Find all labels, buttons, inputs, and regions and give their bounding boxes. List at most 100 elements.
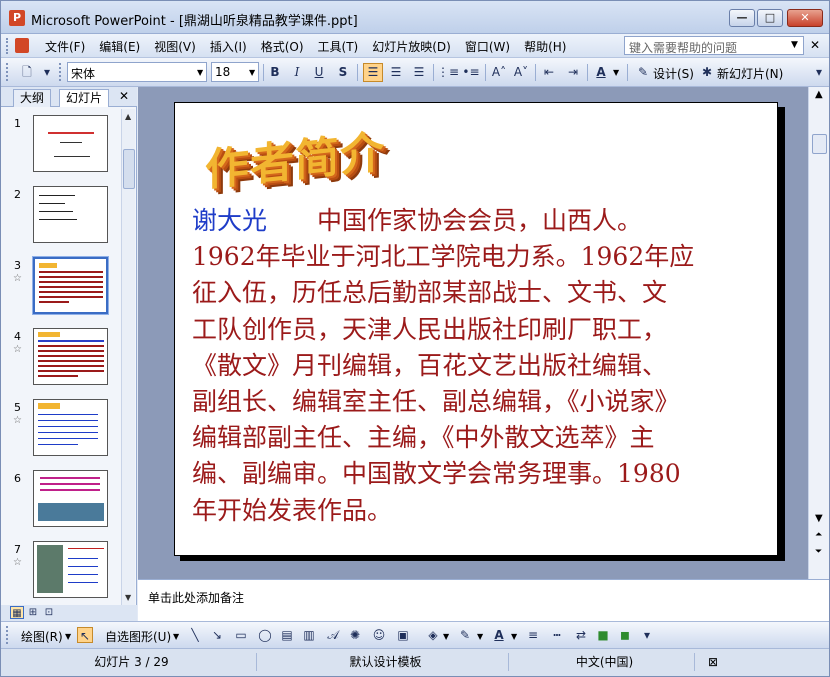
clipart-icon[interactable]: ☺ <box>371 627 387 643</box>
font-name-select[interactable]: 宋体 <box>67 62 207 82</box>
wordart-title[interactable]: 作者简介 <box>205 116 385 199</box>
slide-thumbnail-selected[interactable]: 3 ☆ <box>1 251 121 317</box>
menu-view[interactable]: 视图(V) <box>154 38 196 55</box>
spelling-status-icon[interactable]: ⊠ <box>699 653 727 671</box>
chevron-down-icon[interactable]: ▼ <box>173 632 179 641</box>
slide-sorter-view-icon[interactable]: ⊞ <box>26 606 40 619</box>
arrow-icon[interactable]: ↘ <box>209 627 225 643</box>
slide-thumbnail-image[interactable] <box>33 328 108 385</box>
autoshapes-button[interactable]: 自选图形(U) <box>105 628 171 645</box>
underline-button[interactable]: U <box>309 63 329 82</box>
slide-thumbnail[interactable]: 6 <box>1 464 121 530</box>
line-icon[interactable]: ╲ <box>187 627 203 643</box>
slide-thumbnail[interactable]: 5 ☆ <box>1 393 121 459</box>
design-button[interactable]: 设计(S) <box>653 65 694 82</box>
document-icon[interactable] <box>15 38 29 53</box>
slide-thumbnail-image[interactable] <box>33 186 108 243</box>
3d-style-icon[interactable]: ◼ <box>617 627 633 643</box>
rectangle-icon[interactable]: ▭ <box>233 627 249 643</box>
new-slide-button[interactable]: 新幻灯片(N) <box>717 65 783 82</box>
diagram-icon[interactable]: ✺ <box>347 627 363 643</box>
chevron-down-icon[interactable]: ▼ <box>197 68 203 77</box>
menu-slideshow[interactable]: 幻灯片放映(D) <box>372 38 451 55</box>
maximize-button[interactable]: □ <box>757 9 783 27</box>
numbering-icon[interactable]: ⋮≡ <box>437 63 459 82</box>
chevron-down-icon[interactable]: ▼ <box>791 40 798 50</box>
help-search-input[interactable]: 键入需要帮助的问题 <box>624 36 804 55</box>
close-button[interactable]: ✕ <box>787 9 823 27</box>
italic-button[interactable]: I <box>287 63 307 82</box>
notes-pane[interactable]: 单击此处添加备注 <box>138 579 829 621</box>
toolbar-options-icon[interactable]: ▾ <box>813 63 825 82</box>
bold-button[interactable]: B <box>265 63 285 82</box>
align-right-icon[interactable]: ☰ <box>409 63 429 82</box>
document-close-icon[interactable]: ✕ <box>810 38 820 52</box>
slide-body-text[interactable]: 谢大光 中国作家协会会员，山西人。 1962年毕业于河北工学院电力系。1962年… <box>192 203 777 529</box>
wordart-icon[interactable]: 𝒜 <box>325 627 341 643</box>
slide-scrollbar[interactable]: ▲ ▼ ⏶ ⏷ <box>808 87 829 579</box>
slide-thumbnail-image[interactable] <box>33 399 108 456</box>
slide-thumbnail-image[interactable] <box>33 541 108 598</box>
shadow-style-icon[interactable]: ■ <box>595 627 611 643</box>
grip-handle[interactable] <box>6 63 9 81</box>
close-pane-icon[interactable]: ✕ <box>119 89 129 103</box>
scroll-down-icon[interactable]: ▼ <box>815 513 823 524</box>
grip-handle[interactable] <box>6 626 9 644</box>
scrollbar-thumb[interactable] <box>123 149 135 189</box>
slide-thumbnail[interactable]: 1 <box>1 109 121 175</box>
design-icon[interactable]: ✎ <box>633 63 653 82</box>
new-document-icon[interactable]: 🗋 <box>17 63 37 82</box>
draw-menu-button[interactable]: 绘图(R) <box>21 628 63 645</box>
thumbnail-scrollbar[interactable]: ▲ ▼ <box>121 109 135 605</box>
scrollbar-thumb[interactable] <box>812 134 827 154</box>
scroll-up-icon[interactable]: ▲ <box>815 89 823 100</box>
increase-font-icon[interactable]: A˄ <box>489 63 509 82</box>
chevron-down-icon[interactable]: ▼ <box>65 632 71 641</box>
decrease-font-icon[interactable]: A˅ <box>511 63 531 82</box>
align-left-icon[interactable]: ☰ <box>363 63 383 82</box>
menu-help[interactable]: 帮助(H) <box>524 38 566 55</box>
vertical-textbox-icon[interactable]: ▥ <box>301 627 317 643</box>
tab-outline[interactable]: 大纲 <box>13 89 52 107</box>
menu-edit[interactable]: 编辑(E) <box>99 38 140 55</box>
previous-slide-icon[interactable]: ⏶ <box>815 530 822 540</box>
chevron-down-icon[interactable]: ▼ <box>477 632 483 641</box>
menu-tools[interactable]: 工具(T) <box>318 38 359 55</box>
bullets-icon[interactable]: •≡ <box>461 63 481 82</box>
minimize-button[interactable]: — <box>729 9 755 27</box>
grip-handle[interactable] <box>6 38 9 54</box>
notes-placeholder[interactable]: 单击此处添加备注 <box>148 589 244 606</box>
shadow-button[interactable]: S <box>333 63 353 82</box>
select-pointer-icon[interactable]: ↖ <box>77 627 93 643</box>
font-color-icon[interactable]: A <box>591 63 611 82</box>
chevron-down-icon[interactable]: ▼ <box>443 632 449 641</box>
menu-file[interactable]: 文件(F) <box>45 38 85 55</box>
slide-thumbnail[interactable]: 4 ☆ <box>1 322 121 388</box>
tab-slides[interactable]: 幻灯片 <box>59 89 110 107</box>
menu-window[interactable]: 窗口(W) <box>465 38 510 55</box>
fill-color-icon[interactable]: ◈ <box>425 627 441 643</box>
current-slide[interactable]: 作者简介 谢大光 中国作家协会会员，山西人。 1962年毕业于河北工学院电力系。… <box>174 102 778 556</box>
chevron-down-icon[interactable]: ▼ <box>613 68 619 77</box>
font-color-icon[interactable]: A <box>491 627 507 643</box>
slide-thumbnail-image[interactable] <box>33 470 108 527</box>
slide-thumbnail-image[interactable] <box>33 115 108 172</box>
decrease-indent-icon[interactable]: ⇤ <box>539 63 559 82</box>
align-center-icon[interactable]: ☰ <box>386 63 406 82</box>
toolbar-options-icon[interactable]: ▾ <box>41 63 53 82</box>
grip-handle[interactable] <box>59 63 62 81</box>
menu-format[interactable]: 格式(O) <box>261 38 304 55</box>
toolbar-options-icon[interactable]: ▾ <box>641 626 653 645</box>
line-color-icon[interactable]: ✎ <box>457 627 473 643</box>
next-slide-icon[interactable]: ⏷ <box>815 547 822 557</box>
slide-thumbnail[interactable]: 2 <box>1 180 121 246</box>
textbox-icon[interactable]: ▤ <box>279 627 295 643</box>
slideshow-view-icon[interactable]: ⊡ <box>42 606 56 619</box>
normal-view-icon[interactable]: ▦ <box>10 606 24 619</box>
picture-icon[interactable]: ▣ <box>395 627 411 643</box>
increase-indent-icon[interactable]: ⇥ <box>563 63 583 82</box>
arrow-style-icon[interactable]: ⇄ <box>573 627 589 643</box>
chevron-down-icon[interactable]: ▼ <box>249 68 255 77</box>
oval-icon[interactable]: ◯ <box>257 627 273 643</box>
menu-insert[interactable]: 插入(I) <box>210 38 247 55</box>
